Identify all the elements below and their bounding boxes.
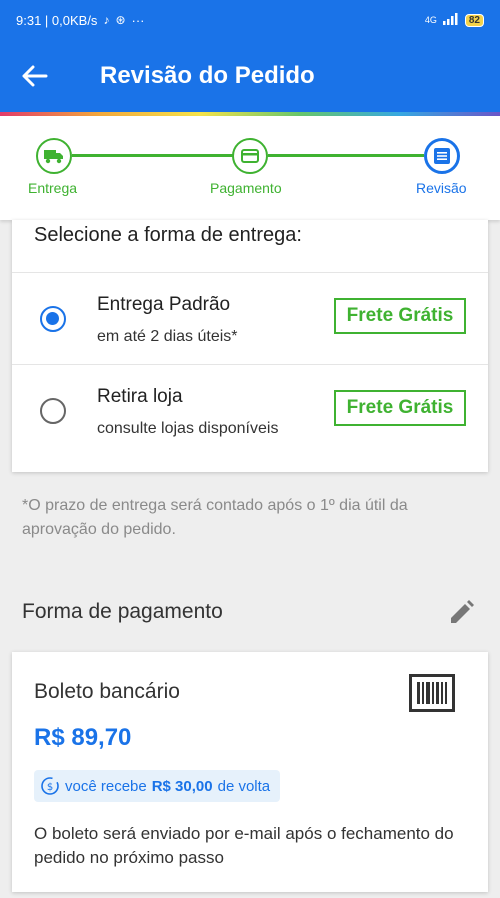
app-bar: Revisão do Pedido xyxy=(0,40,500,112)
payment-section-title: Forma de pagamento xyxy=(22,600,223,623)
delivery-note: *O prazo de entrega será contado após o … xyxy=(22,497,408,538)
step-label-pagamento: Pagamento xyxy=(210,180,282,196)
delivery-card: Selecione a forma de entrega: Entrega Pa… xyxy=(12,220,488,472)
cashback-badge: $ você recebe R$ 30,00 de volta xyxy=(34,770,281,802)
payment-method: Boleto bancário xyxy=(34,680,180,703)
status-bar: 9:31 | 0,0KB/s ♪ ⊛ ··· 4G 82 xyxy=(0,0,500,40)
arrow-back-icon xyxy=(22,65,48,87)
cashback-amount: R$ 30,00 xyxy=(151,777,213,795)
radio-store-pickup[interactable] xyxy=(40,398,66,424)
cashback-coin-icon: $ xyxy=(41,777,59,795)
delivery-option-store-pickup[interactable]: Retira loja consulte lojas disponíveis F… xyxy=(12,364,488,456)
battery-icon: 82 xyxy=(464,13,484,27)
step-connector xyxy=(268,154,424,157)
signal-icon xyxy=(442,12,459,28)
status-time: 9:31 | 0,0KB/s xyxy=(16,12,98,28)
page-title: Revisão do Pedido xyxy=(100,62,315,89)
option-title: Retira loja xyxy=(97,386,183,407)
more-notifications-icon: ··· xyxy=(131,12,145,28)
notification-icon: ⊛ xyxy=(115,13,126,27)
checkout-stepper: Entrega Pagamento Revisão xyxy=(0,116,500,220)
list-icon xyxy=(434,148,450,164)
back-button[interactable] xyxy=(0,40,70,112)
network-label: 4G xyxy=(424,15,437,25)
truck-icon xyxy=(44,150,63,164)
pencil-icon xyxy=(451,600,474,623)
free-shipping-badge: Frete Grátis xyxy=(334,390,466,426)
tiktok-icon: ♪ xyxy=(103,13,110,27)
payment-card: Boleto bancário R$ 89,70 $ você recebe R… xyxy=(12,652,488,892)
step-connector xyxy=(72,154,234,157)
step-label-revisao: Revisão xyxy=(416,180,467,196)
cashback-prefix: você recebe xyxy=(65,777,147,795)
payment-note: O boleto será enviado por e-mail após o … xyxy=(34,824,454,867)
option-subtitle: consulte lojas disponíveis xyxy=(97,420,279,437)
card-icon xyxy=(241,149,259,163)
radio-standard[interactable] xyxy=(40,306,66,332)
option-subtitle: em até 2 dias úteis* xyxy=(97,328,238,345)
svg-text:$: $ xyxy=(47,782,53,793)
delivery-heading: Selecione a forma de entrega: xyxy=(34,224,302,246)
free-shipping-badge: Frete Grátis xyxy=(334,298,466,334)
step-label-entrega: Entrega xyxy=(28,180,78,196)
step-entrega[interactable] xyxy=(36,138,72,174)
edit-payment-button[interactable] xyxy=(446,598,476,628)
barcode-icon xyxy=(409,674,455,712)
cashback-suffix: de volta xyxy=(217,777,271,795)
step-revisao[interactable] xyxy=(424,138,460,174)
option-title: Entrega Padrão xyxy=(97,294,231,315)
step-pagamento[interactable] xyxy=(232,138,268,174)
delivery-option-standard[interactable]: Entrega Padrão em até 2 dias úteis* Fret… xyxy=(12,272,488,364)
order-price: R$ 89,70 xyxy=(34,724,132,751)
